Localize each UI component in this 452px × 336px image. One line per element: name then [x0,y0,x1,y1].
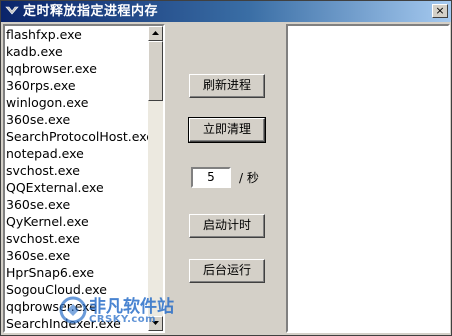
vertical-scrollbar[interactable] [148,26,163,331]
window-title: 定时释放指定进程内存 [23,4,159,19]
memory-info-panel [286,24,450,333]
site-watermark: 非凡软件站 CRSKY.com [59,292,174,332]
process-list-item[interactable]: 360rps.exe [5,77,150,94]
process-list-item[interactable]: HprSnap6.exe [5,264,150,281]
process-listbox[interactable]: flashfxp.exe kadb.exe qqbrowser.exe 360rps.… [3,24,165,333]
arrow-up-icon [152,31,159,35]
close-button[interactable]: × [432,4,448,18]
interval-unit-label: / 秒 [239,171,259,185]
process-list-item[interactable]: qqbrowser.exe [5,60,150,77]
close-icon: × [435,4,445,17]
process-list-item[interactable]: 360se.exe [5,196,150,213]
process-list-item[interactable]: 360se.exe [5,247,150,264]
scroll-thumb[interactable] [148,41,163,101]
scroll-up-button[interactable] [148,26,163,41]
refresh-processes-button[interactable]: 刷新进程 [189,74,265,98]
process-list-item[interactable]: notepad.exe [5,145,150,162]
process-list-item[interactable]: 360se.exe [5,111,150,128]
start-timer-button[interactable]: 启动计时 [189,214,265,238]
clean-now-button[interactable]: 立即清理 [188,117,266,143]
app-window: 定时释放指定进程内存 × flashfxp.exe kadb.exe qqbrows… [0,0,452,336]
process-list: flashfxp.exe kadb.exe qqbrowser.exe 360rps.… [5,26,150,331]
process-list-item[interactable]: winlogon.exe [5,94,150,111]
process-list-item[interactable]: QyKernel.exe [5,213,150,230]
watermark-subtext: CRSKY.com [89,314,157,325]
process-list-item[interactable]: SearchProtocolHost.exe [5,128,150,145]
app-icon [5,6,19,15]
title-bar[interactable]: 定时释放指定进程内存 × [1,1,451,22]
process-list-item[interactable]: svchost.exe [5,162,150,179]
process-list-item[interactable]: svchost.exe [5,230,150,247]
interval-input[interactable]: 5 [191,167,231,188]
process-list-item[interactable]: QQExternal.exe [5,179,150,196]
process-list-item[interactable]: kadb.exe [5,43,150,60]
process-list-item[interactable]: flashfxp.exe [5,26,150,43]
run-background-button[interactable]: 后台运行 [189,259,265,283]
watermark-logo-icon [59,296,87,324]
